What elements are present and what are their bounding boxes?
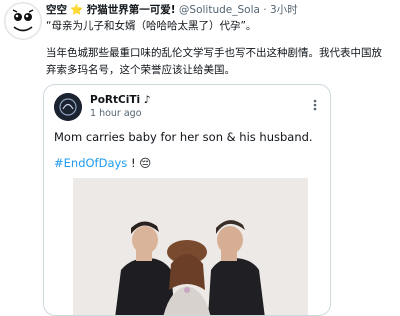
post-header: 空空 ⭐ 狞猫世界第一可爱! @Solitude_Sola · 3小时 — [46, 3, 298, 17]
hashtag-suffix: ! — [127, 156, 140, 170]
quoted-display-name[interactable]: PoRtCiTi ♪ — [90, 94, 150, 106]
more-vertical-icon[interactable] — [308, 97, 322, 111]
display-name-suffix[interactable]: 狞猫世界第一可爱! — [87, 4, 176, 16]
quoted-author-avatar[interactable] — [54, 93, 82, 121]
quoted-hashtag-line: #EndOfDays ! 😔 — [54, 156, 151, 170]
avatar-logo-icon — [54, 93, 82, 121]
pensive-emoji-icon: 😔 — [139, 156, 152, 170]
quoted-post-card[interactable]: PoRtCiTi ♪ 1 hour ago Mom carries baby f… — [43, 84, 331, 316]
post-body: 当年色城那些最重口味的乱伦文学写手也写不出这种剧情。我代表中国放弃索多玛名号，这… — [46, 47, 382, 76]
hashtag-link[interactable]: #EndOfDays — [54, 156, 127, 170]
user-handle[interactable]: @Solitude_Sola — [179, 4, 260, 16]
music-note-icon: ♪ — [143, 94, 151, 106]
post-time[interactable]: 3小时 — [270, 4, 298, 16]
family-photo-image — [73, 178, 308, 315]
quoted-text: Mom carries baby for her son & his husba… — [54, 130, 313, 144]
author-avatar[interactable] — [4, 2, 42, 40]
display-name[interactable]: 空空 — [46, 4, 67, 16]
quoted-time: 1 hour ago — [90, 108, 142, 119]
quoted-photo[interactable] — [73, 178, 308, 315]
star-icon: ⭐ — [70, 4, 84, 16]
post-quote-line: “母亲为儿子和女婿（哈哈哈太黑了）代孕”。 — [46, 20, 257, 32]
separator: · — [263, 4, 267, 16]
avatar-face-icon — [6, 4, 40, 38]
